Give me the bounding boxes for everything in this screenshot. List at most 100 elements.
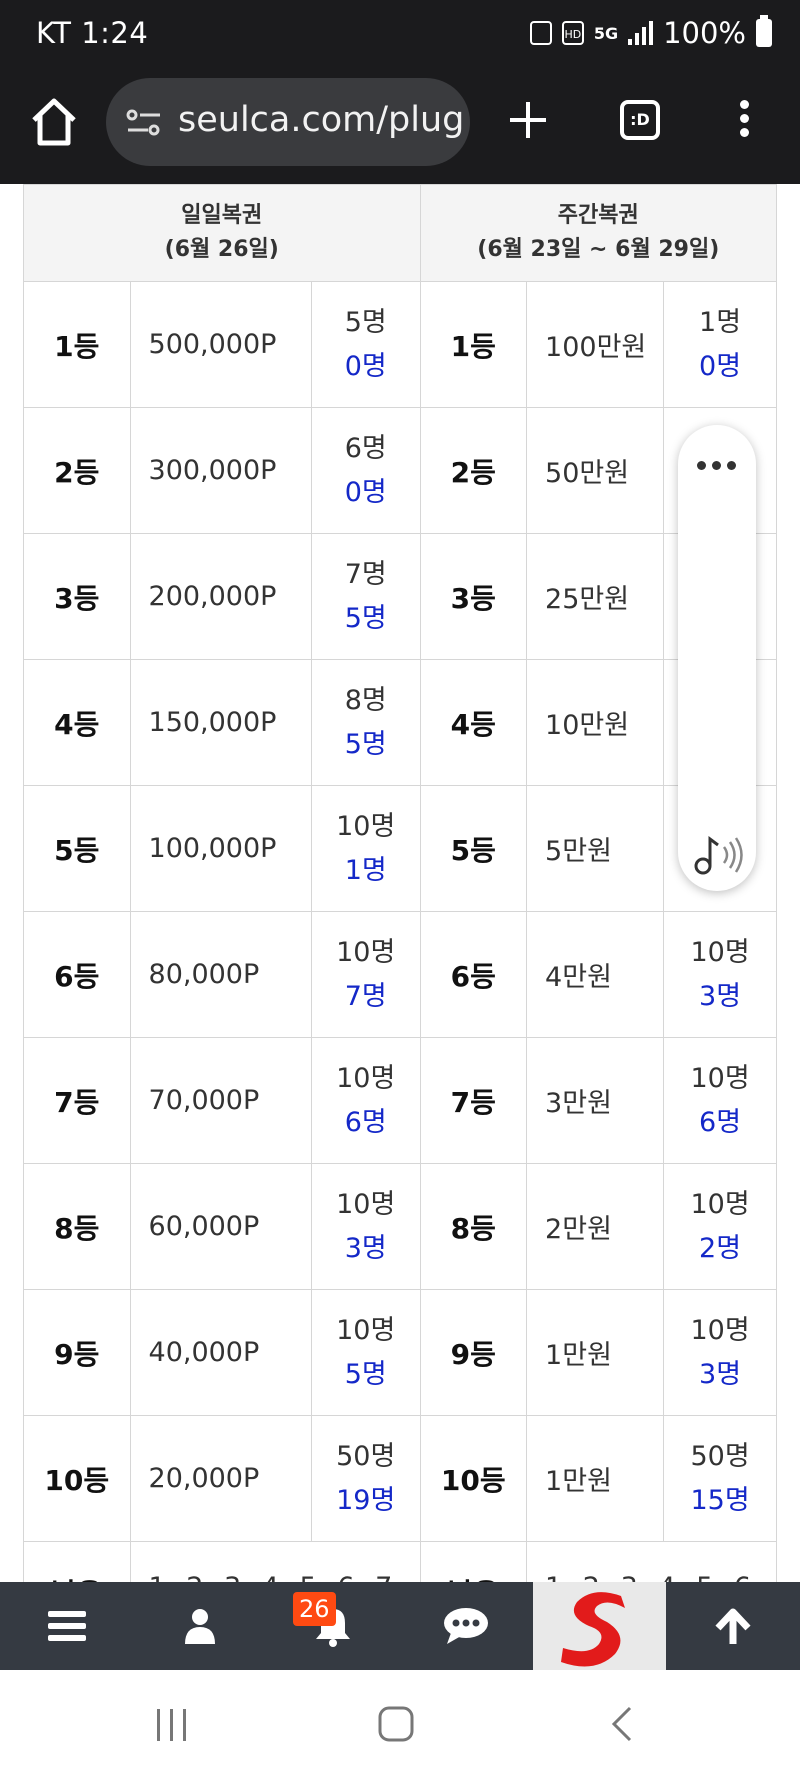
daily-count-cell: 10명 1명 xyxy=(310,785,421,912)
daily-lottery-date: (6월 26일) xyxy=(164,237,279,262)
floating-side-panel[interactable] xyxy=(678,425,756,891)
scroll-top-button[interactable] xyxy=(666,1582,799,1670)
daily-total-count: 5명 xyxy=(344,306,387,338)
weekly-total-count: 10명 xyxy=(690,1314,750,1346)
daily-won-count: 7명 xyxy=(344,980,387,1012)
back-navigation-icon[interactable] xyxy=(610,1706,634,1742)
browser-toolbar: seulca.com/plug :D xyxy=(0,72,800,184)
weekly-lottery-title: 주간복권 xyxy=(557,203,639,228)
battery-percent: 100% xyxy=(663,16,746,50)
daily-total-count: 7명 xyxy=(344,558,387,590)
daily-count-cell: 50명 19명 xyxy=(310,1415,421,1542)
recent-apps-icon[interactable] xyxy=(154,1708,190,1742)
weekly-prize: 1만원 xyxy=(526,1415,665,1542)
daily-rank: 2등 xyxy=(23,407,131,534)
address-bar[interactable]: seulca.com/plug xyxy=(106,78,470,166)
notification-count-badge: 26 xyxy=(293,1592,336,1626)
user-icon xyxy=(184,1609,215,1644)
chat-button[interactable] xyxy=(399,1582,532,1670)
weekly-won-count: 6명 xyxy=(699,1106,742,1138)
new-tab-icon[interactable] xyxy=(508,100,548,140)
daily-won-count: 5명 xyxy=(344,1358,387,1390)
daily-prize: 20,000P xyxy=(129,1415,312,1542)
prize-row: 4등 150,000P 8명 5명 4등 10만원 xyxy=(23,659,777,786)
weekly-rank: 7등 xyxy=(419,1037,528,1164)
menu-button[interactable] xyxy=(0,1582,133,1670)
daily-count-cell: 10명 3명 xyxy=(310,1163,421,1290)
weekly-total-count: 10명 xyxy=(690,1062,750,1094)
daily-rank: 5등 xyxy=(23,785,131,912)
weekly-rank: 2등 xyxy=(419,407,528,534)
prize-row: 6등 80,000P 10명 7명 6등 4만원 10명 3명 xyxy=(23,911,777,1038)
daily-lottery-title: 일일복권 xyxy=(181,203,263,228)
weekly-prize: 4만원 xyxy=(526,911,665,1038)
weekly-rank: 9등 xyxy=(419,1289,528,1416)
status-icons: HD 5G 100% xyxy=(529,15,772,50)
weekly-rank: 10등 xyxy=(419,1415,528,1542)
weekly-count-cell: 1명 0명 xyxy=(663,281,777,408)
weekly-count-cell: 50명 15명 xyxy=(663,1415,777,1542)
chat-bubble-icon xyxy=(443,1608,488,1644)
url-text: seulca.com/plug xyxy=(178,100,465,140)
home-navigation-icon[interactable] xyxy=(378,1706,414,1742)
daily-won-count: 1명 xyxy=(344,854,387,886)
daily-lottery-header: 일일복권 (6월 26일) xyxy=(23,184,421,282)
more-options-icon[interactable] xyxy=(697,461,736,470)
hamburger-icon xyxy=(47,1611,86,1641)
weekly-won-count: 0명 xyxy=(699,350,742,382)
weekly-count-cell: 10명 3명 xyxy=(663,911,777,1038)
site-settings-icon[interactable] xyxy=(126,108,162,138)
daily-rank: 4등 xyxy=(23,659,131,786)
battery-icon xyxy=(756,15,772,47)
daily-rank: 7등 xyxy=(23,1037,131,1164)
daily-won-count: 3명 xyxy=(344,1232,387,1264)
weekly-prize: 3만원 xyxy=(526,1037,665,1164)
daily-won-count: 5명 xyxy=(344,728,387,760)
weekly-count-cell: 10명 3명 xyxy=(663,1289,777,1416)
daily-rank: 9등 xyxy=(23,1289,131,1416)
weekly-rank: 4등 xyxy=(419,659,528,786)
more-menu-icon[interactable] xyxy=(738,100,750,140)
daily-count-cell: 5명 0명 xyxy=(310,281,421,408)
daily-won-count: 0명 xyxy=(344,350,387,382)
daily-prize: 60,000P xyxy=(129,1163,312,1290)
daily-rank: 8등 xyxy=(23,1163,131,1290)
lottery-table-container: 일일복권 (6월 26일) 주간복권 (6월 23일 ~ 6월 29일) 1등 5… xyxy=(23,184,778,1653)
read-aloud-icon[interactable] xyxy=(692,833,744,877)
weekly-prize: 2만원 xyxy=(526,1163,665,1290)
arrow-up-icon xyxy=(714,1608,751,1644)
profile-button[interactable] xyxy=(133,1582,266,1670)
daily-prize: 300,000P xyxy=(129,407,312,534)
daily-total-count: 10명 xyxy=(336,1062,396,1094)
weekly-prize: 10만원 xyxy=(526,659,665,786)
prize-row: 2등 300,000P 6명 0명 2등 50만원 xyxy=(23,407,777,534)
daily-prize: 100,000P xyxy=(129,785,312,912)
weekly-won-count: 3명 xyxy=(699,1358,742,1390)
daily-count-cell: 10명 5명 xyxy=(310,1289,421,1416)
daily-count-cell: 8명 5명 xyxy=(310,659,421,786)
daily-rank: 10등 xyxy=(23,1415,131,1542)
daily-total-count: 6명 xyxy=(344,432,387,464)
prize-row: 1등 500,000P 5명 0명 1등 100만원 1명 0명 xyxy=(23,281,777,408)
daily-count-cell: 10명 7명 xyxy=(310,911,421,1038)
home-icon[interactable] xyxy=(30,96,78,148)
prize-row: 3등 200,000P 7명 5명 3등 25만원 xyxy=(23,533,777,660)
daily-rank: 3등 xyxy=(23,533,131,660)
lottery-table-body: 1등 500,000P 5명 0명 1등 100만원 1명 0명 2등 300,000P 6명 0명 2… xyxy=(23,281,777,1653)
daily-total-count: 10명 xyxy=(336,936,396,968)
daily-rank: 1등 xyxy=(23,281,131,408)
daily-prize: 70,000P xyxy=(129,1037,312,1164)
prize-row: 8등 60,000P 10명 3명 8등 2만원 10명 2명 xyxy=(23,1163,777,1290)
daily-total-count: 50명 xyxy=(336,1440,396,1472)
daily-prize: 150,000P xyxy=(129,659,312,786)
status-time: KT 1:24 xyxy=(36,16,149,50)
weekly-prize: 25만원 xyxy=(526,533,665,660)
weekly-total-count: 50명 xyxy=(690,1440,750,1472)
lottery-table: 일일복권 (6월 26일) 주간복권 (6월 23일 ~ 6월 29일) 1등 5… xyxy=(23,184,778,1653)
bottom-navigation: 26 xyxy=(0,1582,800,1670)
site-logo-button[interactable] xyxy=(533,1582,666,1670)
daily-total-count: 8명 xyxy=(344,684,387,716)
tab-switcher-button[interactable]: :D xyxy=(620,100,660,140)
hd-voice-icon: HD xyxy=(561,21,584,45)
network-type: 5G xyxy=(593,23,619,43)
